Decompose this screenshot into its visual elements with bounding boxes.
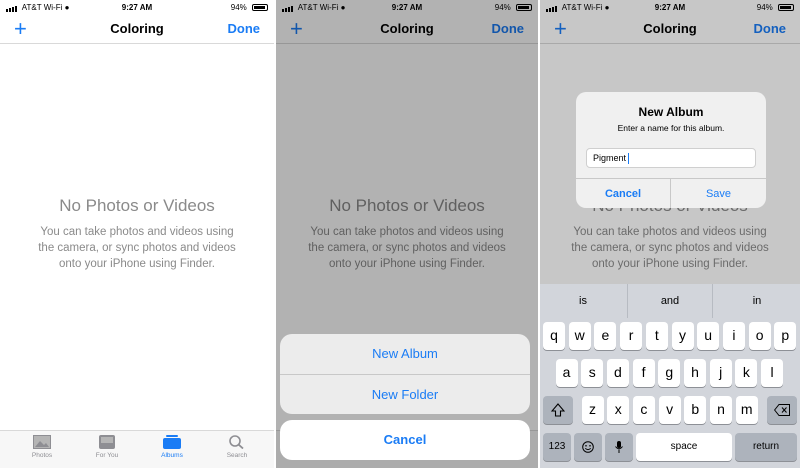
tab-for-you[interactable]: For You [82, 435, 132, 459]
album-name-input[interactable]: Pigment [586, 148, 756, 168]
dictation-key[interactable] [605, 433, 633, 461]
empty-line-2: the camera, or sync photos and videos [38, 242, 236, 254]
return-key[interactable]: return [735, 433, 797, 461]
key-l[interactable]: l [761, 359, 784, 387]
numbers-key[interactable]: 123 [543, 433, 571, 461]
alert-title: New Album [638, 105, 704, 119]
key-a[interactable]: a [555, 359, 578, 387]
key-b[interactable]: b [684, 396, 707, 424]
keyboard: is and in qwertyuiop asdfghjkl zxcvbnm 1… [540, 284, 800, 468]
shift-icon [550, 403, 566, 417]
key-h[interactable]: h [684, 359, 706, 387]
backspace-icon [773, 404, 790, 417]
empty-title: No Photos or Videos [59, 196, 215, 215]
key-v[interactable]: v [658, 396, 681, 424]
status-bar: AT&T Wi-Fi ● 9:27 AM 94% [0, 0, 274, 14]
nav-bar: + Coloring Done [0, 16, 274, 44]
new-folder-button[interactable]: New Folder [280, 374, 530, 414]
key-x[interactable]: x [607, 396, 630, 424]
key-c[interactable]: c [632, 396, 655, 424]
done-button[interactable]: Done [228, 21, 261, 36]
new-album-button[interactable]: New Album [280, 334, 530, 374]
key-row-2: asdfghjkl [540, 359, 800, 387]
key-t[interactable]: t [645, 322, 668, 350]
tab-label: Search [226, 452, 248, 459]
emoji-icon [582, 441, 594, 454]
suggestion-1[interactable]: is [540, 284, 626, 318]
key-r[interactable]: r [620, 322, 643, 350]
key-row-4: 123 space return [540, 433, 800, 461]
key-q[interactable]: q [543, 322, 565, 350]
key-y[interactable]: y [671, 322, 694, 350]
battery-percent: 94% [230, 3, 247, 12]
shift-key[interactable] [543, 396, 573, 424]
key-j[interactable]: j [709, 359, 732, 387]
album-name-value: Pigment [593, 153, 627, 163]
empty-line-3: onto your iPhone using Finder. [59, 258, 215, 270]
alert-save-button[interactable]: Save [671, 179, 766, 208]
for-you-icon [99, 435, 115, 449]
phone-screen-albums-empty: AT&T Wi-Fi ● 9:27 AM 94% + Coloring Done… [0, 0, 274, 468]
battery-icon [252, 4, 268, 12]
key-o[interactable]: o [748, 322, 771, 350]
photos-icon [33, 435, 51, 449]
key-p[interactable]: p [774, 322, 797, 350]
action-sheet: New Album New Folder [280, 334, 530, 414]
key-e[interactable]: e [594, 322, 617, 350]
key-n[interactable]: n [710, 396, 732, 424]
tab-photos[interactable]: Photos [17, 435, 67, 459]
alert-message: Enter a name for this album. [617, 123, 725, 133]
microphone-icon [615, 441, 623, 454]
tab-label: For You [95, 452, 119, 459]
key-row-1: qwertyuiop [540, 322, 800, 350]
key-g[interactable]: g [658, 359, 681, 387]
suggestion-bar: is and in [540, 284, 800, 318]
key-f[interactable]: f [632, 359, 655, 387]
key-z[interactable]: z [581, 396, 604, 424]
albums-icon [163, 435, 181, 449]
space-key[interactable]: space [636, 433, 732, 461]
tab-bar: Photos For You Albums Search [0, 430, 274, 468]
text-caret [628, 153, 630, 165]
key-k[interactable]: k [735, 359, 758, 387]
cancel-button[interactable]: Cancel [280, 420, 530, 460]
empty-state: No Photos or Videos You can take photos … [0, 196, 274, 272]
emoji-key[interactable] [574, 433, 602, 461]
key-s[interactable]: s [581, 359, 604, 387]
key-m[interactable]: m [735, 396, 758, 424]
key-w[interactable]: w [568, 322, 591, 350]
tab-label: Photos [31, 452, 53, 459]
key-i[interactable]: i [722, 322, 745, 350]
suggestion-3[interactable]: in [714, 284, 800, 318]
tab-search[interactable]: Search [212, 435, 262, 459]
alert-cancel-button[interactable]: Cancel [576, 179, 671, 208]
search-icon [229, 435, 244, 449]
alert-buttons: Cancel Save [576, 178, 766, 208]
new-album-alert: New Album Enter a name for this album. P… [576, 92, 766, 208]
key-d[interactable]: d [606, 359, 629, 387]
tab-label: Albums [161, 452, 183, 459]
key-row-3: zxcvbnm [540, 396, 800, 424]
suggestion-2[interactable]: and [627, 284, 713, 318]
delete-key[interactable] [767, 396, 797, 424]
tab-albums[interactable]: Albums [147, 435, 197, 459]
empty-line-1: You can take photos and videos using [40, 226, 234, 238]
key-u[interactable]: u [697, 322, 720, 350]
phone-screen-action-sheet: AT&T Wi-Fi ● 9:27 AM 94% + Coloring Done… [276, 0, 538, 468]
phone-screen-new-album-alert: AT&T Wi-Fi ● 9:27 AM 94% + Coloring Done… [540, 0, 800, 468]
